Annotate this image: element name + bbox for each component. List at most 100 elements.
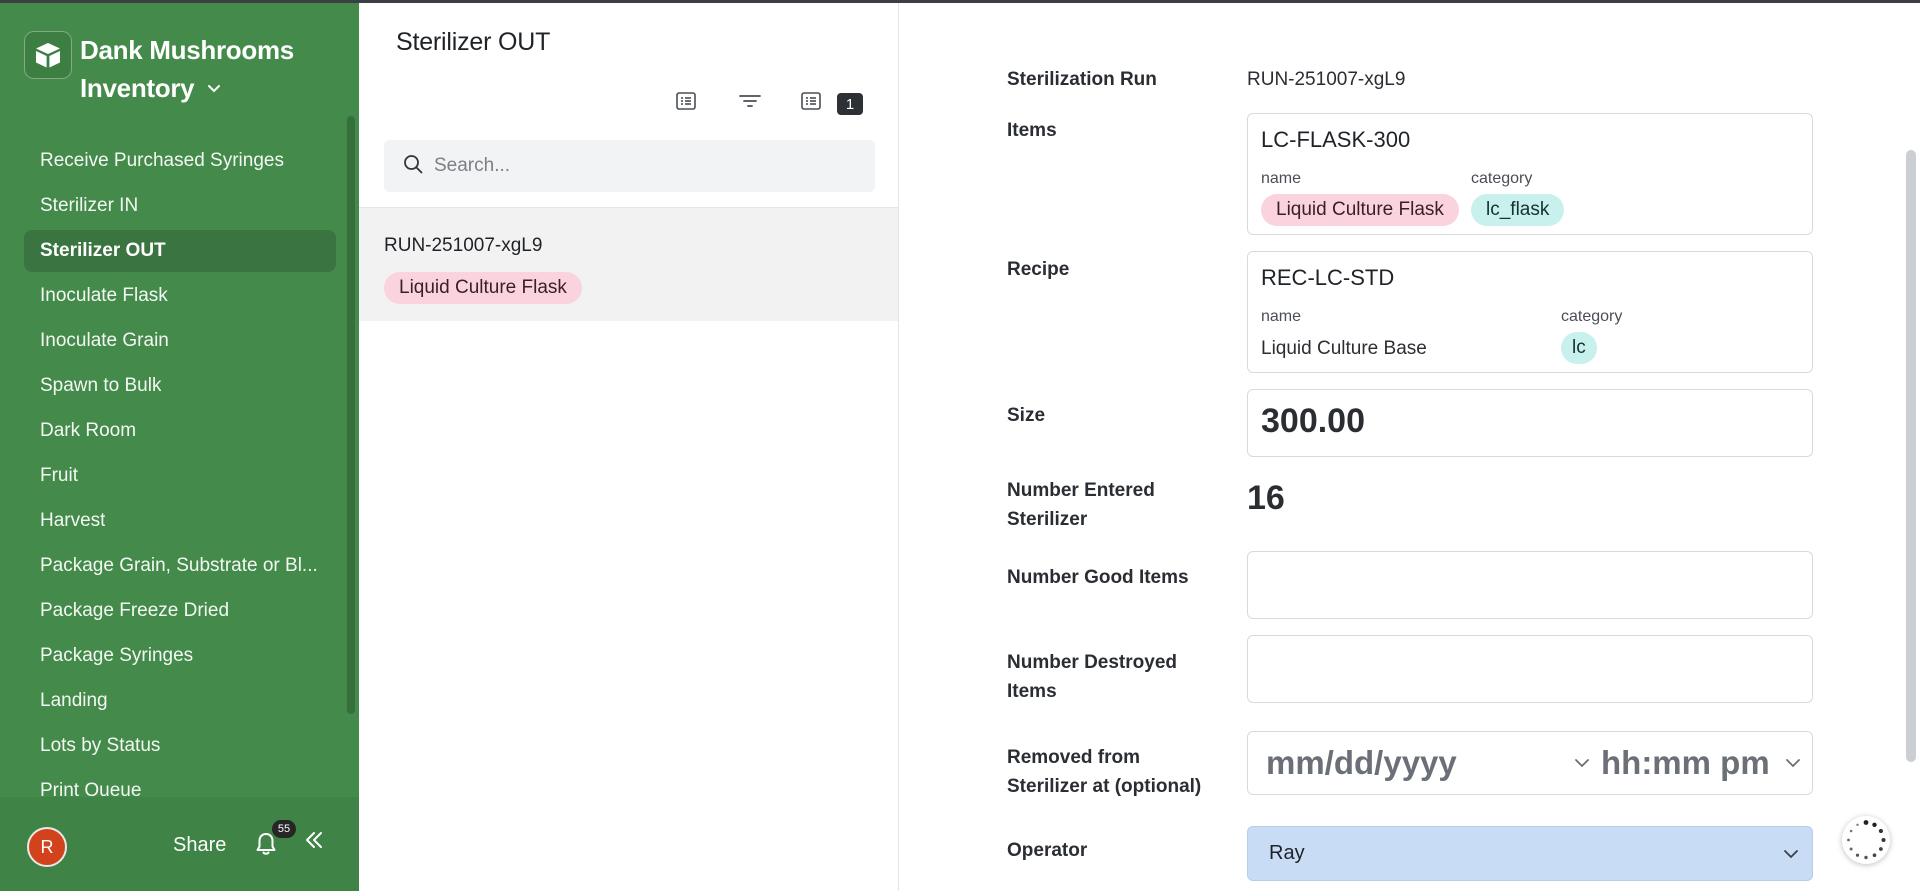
- sidebar-item-package-grain[interactable]: Package Grain, Substrate or Bl...: [24, 545, 336, 587]
- search-box: [384, 140, 875, 192]
- item-code: LC-FLASK-300: [1261, 127, 1411, 152]
- window-top-border: [0, 0, 1920, 3]
- recipe-name-label: name: [1261, 308, 1302, 325]
- removed-at-label-line1: Removed from: [1007, 747, 1141, 768]
- number-destroyed-input[interactable]: [1247, 635, 1813, 703]
- number-destroyed-label-line1: Number Destroyed: [1007, 652, 1177, 673]
- recipe-code: REC-LC-STD: [1261, 265, 1395, 290]
- items-label: Items: [1007, 120, 1057, 141]
- sidebar-item-label: Package Grain, Substrate or Bl...: [40, 555, 318, 576]
- sidebar-item-label: Package Syringes: [40, 645, 194, 666]
- spinner-icon: [1842, 816, 1890, 864]
- recipe-card[interactable]: REC-LC-STD name category Liquid Culture …: [1247, 251, 1813, 373]
- sidebar-item-label: Inoculate Grain: [40, 330, 169, 351]
- sterilization-run-label: Sterilization Run: [1007, 69, 1157, 90]
- number-destroyed-label: Number Destroyed Items: [1007, 648, 1177, 706]
- record-tag: Liquid Culture Flask: [384, 272, 582, 304]
- search-input[interactable]: [434, 155, 854, 177]
- sidebar-nav: Receive Purchased Syringes Sterilizer IN…: [24, 140, 336, 796]
- number-destroyed-label-line2: Items: [1007, 681, 1057, 702]
- number-entered-label-line2: Sterilizer: [1007, 509, 1088, 530]
- sidebar-item-dark-room[interactable]: Dark Room: [24, 410, 336, 452]
- sidebar-item-print-queue[interactable]: Print Queue: [24, 770, 336, 796]
- notification-count-badge: 55: [272, 820, 296, 838]
- chevron-down-icon[interactable]: [206, 80, 222, 96]
- chevron-down-icon[interactable]: [1784, 754, 1802, 777]
- number-entered-label-line1: Number Entered: [1007, 480, 1155, 501]
- chevron-down-icon[interactable]: [1573, 754, 1591, 777]
- sidebar-item-label: Receive Purchased Syringes: [40, 150, 284, 171]
- sidebar-item-inoculate-flask[interactable]: Inoculate Flask: [24, 275, 336, 317]
- filter-icon[interactable]: [738, 90, 762, 112]
- chevron-down-icon[interactable]: [1782, 845, 1800, 868]
- item-name-pill: Liquid Culture Flask: [1261, 194, 1459, 226]
- number-entered-value: 16: [1247, 479, 1285, 517]
- record-title: RUN-251007-xgL9: [384, 235, 543, 256]
- sidebar-item-label: Sterilizer OUT: [40, 240, 166, 261]
- sidebar-item-package-freeze-dried[interactable]: Package Freeze Dried: [24, 590, 336, 632]
- sidebar-item-label: Lots by Status: [40, 735, 161, 756]
- sidebar-item-spawn-to-bulk[interactable]: Spawn to Bulk: [24, 365, 336, 407]
- record-list-panel: Sterilizer OUT 1 Search... RUN-251007-xg…: [359, 0, 899, 891]
- list-view-icon[interactable]: [675, 90, 697, 112]
- recipe-category-label: category: [1561, 308, 1623, 325]
- sidebar-item-label: Harvest: [40, 510, 106, 531]
- item-name-label: name: [1261, 170, 1302, 187]
- sidebar-item-label: Landing: [40, 690, 108, 711]
- item-category-pill: lc_flask: [1471, 194, 1565, 226]
- number-good-label: Number Good Items: [1007, 567, 1189, 588]
- brand[interactable]: Dank Mushrooms Inventory: [24, 31, 294, 107]
- sidebar-item-inoculate-grain[interactable]: Inoculate Grain: [24, 320, 336, 362]
- date-input[interactable]: mm/dd/yyyy: [1266, 744, 1457, 782]
- sidebar-item-label: Spawn to Bulk: [40, 375, 162, 396]
- record-count-badge: 1: [837, 93, 863, 115]
- sidebar-item-receive-purchased-syringes[interactable]: Receive Purchased Syringes: [24, 140, 336, 182]
- sidebar-scrollbar[interactable]: [347, 116, 355, 714]
- recipe-name-value: Liquid Culture Base: [1261, 338, 1427, 359]
- form-scrollbar[interactable]: [1906, 150, 1916, 762]
- sidebar-item-label: Sterilizer IN: [40, 195, 139, 216]
- double-chevron-left-icon[interactable]: [303, 829, 325, 856]
- number-entered-label: Number Entered Sterilizer: [1007, 476, 1155, 534]
- sidebar-item-label: Print Queue: [40, 780, 142, 796]
- list-item[interactable]: RUN-251007-xgL9 Liquid Culture Flask: [359, 208, 898, 321]
- list-icon[interactable]: [800, 90, 822, 112]
- operator-label: Operator: [1007, 840, 1088, 861]
- sidebar-item-label: Inoculate Flask: [40, 285, 168, 306]
- sidebar-item-harvest[interactable]: Harvest: [24, 500, 336, 542]
- avatar[interactable]: R: [27, 827, 67, 867]
- removed-at-label-line2: Sterilizer at (optional): [1007, 776, 1202, 797]
- share-button[interactable]: Share: [173, 834, 226, 857]
- items-card[interactable]: LC-FLASK-300 name category Liquid Cultur…: [1247, 113, 1813, 235]
- size-label: Size: [1007, 405, 1046, 426]
- sidebar-item-sterilizer-out[interactable]: Sterilizer OUT: [24, 230, 336, 272]
- sidebar-footer: R Share 55: [0, 797, 359, 891]
- sterilization-run-value: RUN-251007-xgL9: [1247, 69, 1406, 90]
- sidebar-item-lots-by-status[interactable]: Lots by Status: [24, 725, 336, 767]
- sidebar-item-landing[interactable]: Landing: [24, 680, 336, 722]
- search-icon: [402, 153, 424, 180]
- page-title: Sterilizer OUT: [396, 28, 551, 56]
- time-input[interactable]: hh:mm pm: [1601, 744, 1770, 782]
- operator-value: Ray: [1269, 842, 1305, 864]
- sidebar-item-label: Dark Room: [40, 420, 137, 441]
- size-field[interactable]: 300.00: [1247, 389, 1813, 457]
- operator-select[interactable]: Ray: [1247, 826, 1813, 881]
- sidebar-item-sterilizer-in[interactable]: Sterilizer IN: [24, 185, 336, 227]
- brand-name: Dank Mushrooms: [80, 35, 294, 65]
- recipe-category-pill: lc: [1561, 332, 1597, 364]
- removed-at-label: Removed from Sterilizer at (optional): [1007, 743, 1201, 801]
- sidebar-item-fruit[interactable]: Fruit: [24, 455, 336, 497]
- sidebar-item-package-syringes[interactable]: Package Syringes: [24, 635, 336, 677]
- sidebar-item-label: Package Freeze Dried: [40, 600, 230, 621]
- sidebar: Dank Mushrooms Inventory Receive Purchas…: [0, 0, 359, 891]
- sidebar-item-label: Fruit: [40, 465, 78, 486]
- box-logo-icon: [24, 31, 72, 79]
- removed-at-datetime-field[interactable]: mm/dd/yyyy hh:mm pm: [1247, 731, 1813, 795]
- brand-subtitle: Inventory: [80, 73, 195, 103]
- item-category-label: category: [1471, 170, 1533, 187]
- size-value: 300.00: [1261, 402, 1365, 440]
- recipe-label: Recipe: [1007, 259, 1070, 280]
- record-detail-form: Sterilization Run RUN-251007-xgL9 Items …: [900, 3, 1920, 891]
- number-good-input[interactable]: [1247, 551, 1813, 619]
